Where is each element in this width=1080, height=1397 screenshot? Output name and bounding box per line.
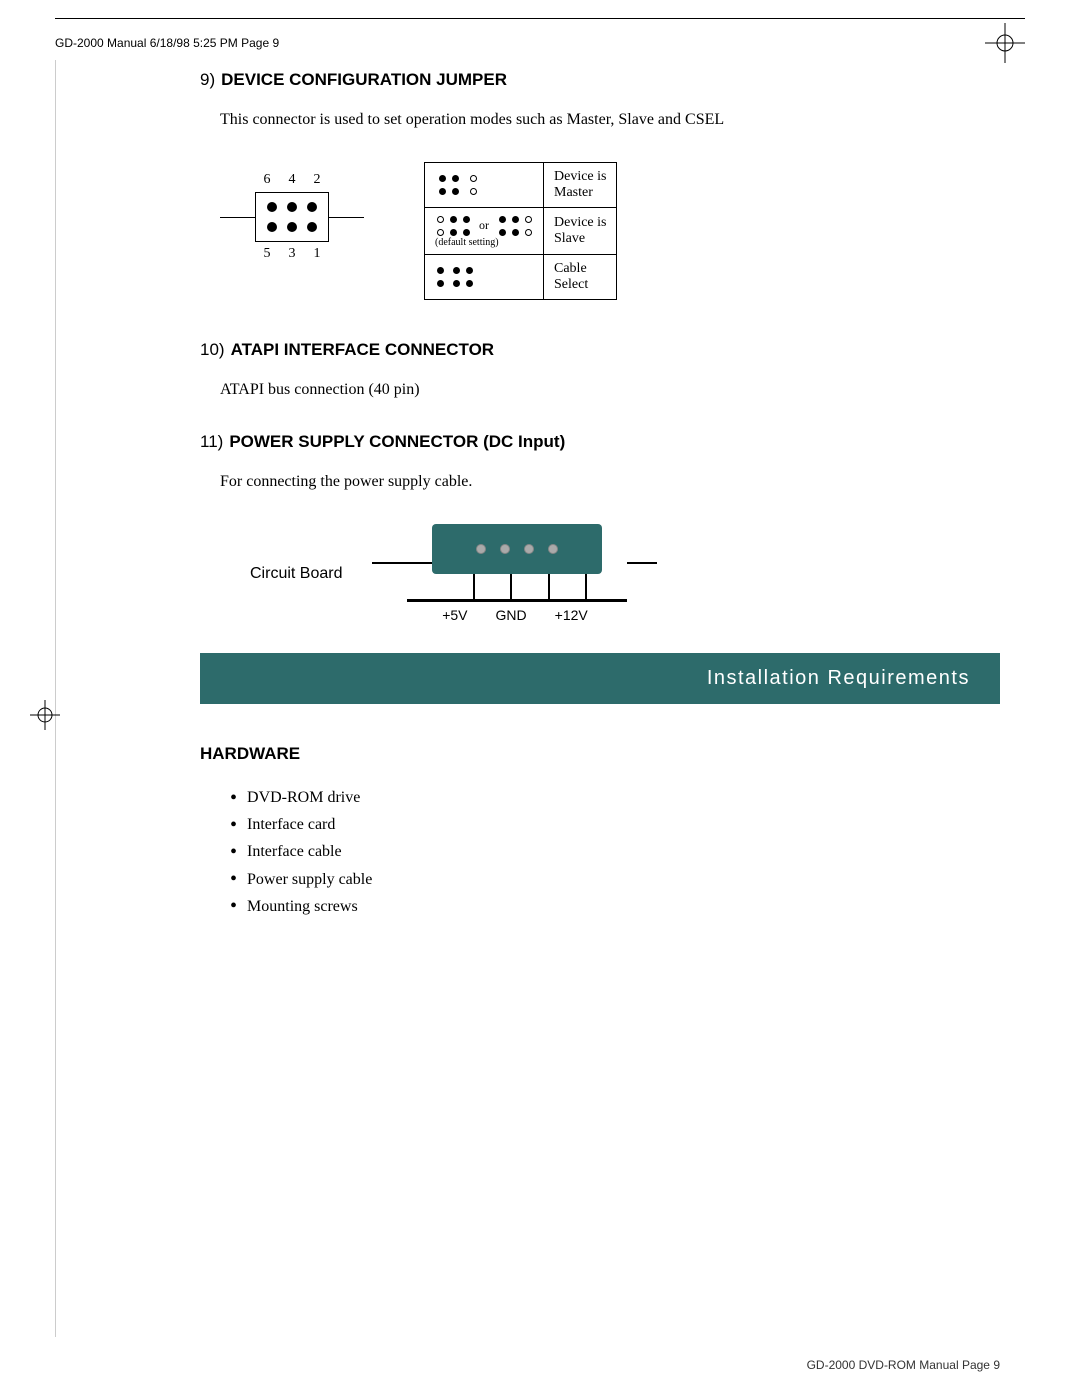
hardware-item-3: Interface cable [247,838,342,865]
connector-block [432,524,627,602]
voltage-5v: +5V [442,607,467,623]
circuit-board-label: Circuit Board [250,565,342,583]
hardware-item-2: Interface card [247,811,335,838]
pin-num-3: 3 [289,246,296,262]
hardware-title: HARDWARE [200,744,1000,764]
jumper-mode-cable-row: CableSelect [425,255,617,300]
pin-numbers-top: 6 4 2 [264,172,321,188]
circuit-board-diagram: Circuit Board [250,524,1000,623]
section11-number: 11) [200,432,223,452]
hardware-item-1: DVD-ROM drive [247,784,360,811]
bullet-icon: • [230,896,237,916]
section11-title: POWER SUPPLY CONNECTOR (DC Input) [229,432,565,452]
pin-num-5: 5 [264,246,271,262]
installation-banner: Installation Requirements [200,653,1000,704]
pin-line-right [329,217,364,218]
connector-pin-2 [500,544,510,554]
bullet-icon: • [230,869,237,889]
section10-body: ATAPI bus connection (40 pin) [220,378,1000,402]
pin-line-left [220,217,255,218]
hardware-item-4: Power supply cable [247,866,372,893]
header-text: GD-2000 Manual 6/18/98 5:25 PM Page 9 [55,36,279,50]
pin-dot [287,202,297,212]
hardware-item-5: Mounting screws [247,893,358,920]
section9-title: DEVICE CONFIGURATION JUMPER [221,70,507,90]
voltage-gnd: GND [496,607,527,623]
pin-numbers-bottom: 5 3 1 [264,246,321,262]
bullet-icon: • [230,815,237,835]
jumper-pin-diagram: 6 4 2 [220,172,364,262]
pin-dot [267,202,277,212]
crosshair-top-icon [985,23,1025,63]
section10-heading: 10) ATAPI INTERFACE CONNECTOR [200,340,1000,370]
pin-grid [255,192,329,242]
circuit-base-line [407,599,627,602]
list-item: • Power supply cable [230,866,1000,893]
connector-pin-3 [524,544,534,554]
connector-right-line [627,562,657,564]
pin-num-4: 4 [289,172,296,188]
voltage-labels: +5V GND +12V [442,607,588,623]
jumper-mode-slave-row: or [425,208,617,255]
jumper-mode-table: Device isMaster [424,162,617,300]
pin-dot [267,222,277,232]
main-content: 9) DEVICE CONFIGURATION JUMPER This conn… [200,70,1000,920]
jumper-diagram-area: 6 4 2 [220,162,1000,300]
section11-body: For connecting the power supply cable. [220,470,1000,494]
pin-num-6: 6 [264,172,271,188]
section10-title: ATAPI INTERFACE CONNECTOR [231,340,495,360]
bullet-icon: • [230,842,237,862]
connector-assembly: +5V GND +12V [372,524,657,623]
jumper-mode-master-label: Device isMaster [544,163,617,208]
footer-text: GD-2000 DVD-ROM Manual Page 9 [807,1358,1000,1372]
section10-number: 10) [200,340,225,360]
connector-pin-4 [548,544,558,554]
section10-block: 10) ATAPI INTERFACE CONNECTOR ATAPI bus … [200,340,1000,402]
or-text: or [479,218,489,233]
section11-heading: 11) POWER SUPPLY CONNECTOR (DC Input) [200,432,1000,462]
list-item: • DVD-ROM drive [230,784,1000,811]
default-label: (default setting) [435,237,499,248]
left-margin-line [55,60,56,1337]
hardware-section: HARDWARE • DVD-ROM drive • Interface card … [200,744,1000,920]
list-item: • Interface cable [230,838,1000,865]
bullet-icon: • [230,788,237,808]
page-container: GD-2000 Manual 6/18/98 5:25 PM Page 9 9)… [0,0,1080,1397]
jumper-mode-cable-label: CableSelect [544,255,617,300]
section9-body: This connector is used to set operation … [220,108,1000,132]
section11-block: 11) POWER SUPPLY CONNECTOR (DC Input) Fo… [200,432,1000,623]
hardware-list: • DVD-ROM drive • Interface card • Interfac… [230,784,1000,920]
pin-num-1: 1 [314,246,321,262]
jumper-mode-master-diagram [425,163,544,208]
leg-4 [585,574,587,599]
connector-line-row [372,524,657,602]
connector-pin-1 [476,544,486,554]
section9-block: 9) DEVICE CONFIGURATION JUMPER This conn… [200,70,1000,300]
leg-2 [510,574,512,599]
pin-wrapper [220,192,364,242]
voltage-12v: +12V [555,607,588,623]
section9-number: 9) [200,70,215,90]
jumper-mode-master-row: Device isMaster [425,163,617,208]
header-bar: GD-2000 Manual 6/18/98 5:25 PM Page 9 [55,18,1025,63]
connector-body [432,524,602,574]
jumper-mode-cable-diagram [425,255,544,300]
list-item: • Mounting screws [230,893,1000,920]
leg-3 [548,574,550,599]
leg-1 [473,574,475,599]
connector-legs [455,574,605,599]
crosshair-left-icon [30,700,60,735]
pin-dot [307,222,317,232]
list-item: • Interface card [230,811,1000,838]
jumper-mode-slave-label: Device isSlave [544,208,617,255]
section9-heading: 9) DEVICE CONFIGURATION JUMPER [200,70,1000,100]
jumper-mode-slave-diagram: or [425,208,544,255]
pin-num-2: 2 [314,172,321,188]
pin-dot [287,222,297,232]
connector-left-line [372,562,432,564]
pin-dot [307,202,317,212]
